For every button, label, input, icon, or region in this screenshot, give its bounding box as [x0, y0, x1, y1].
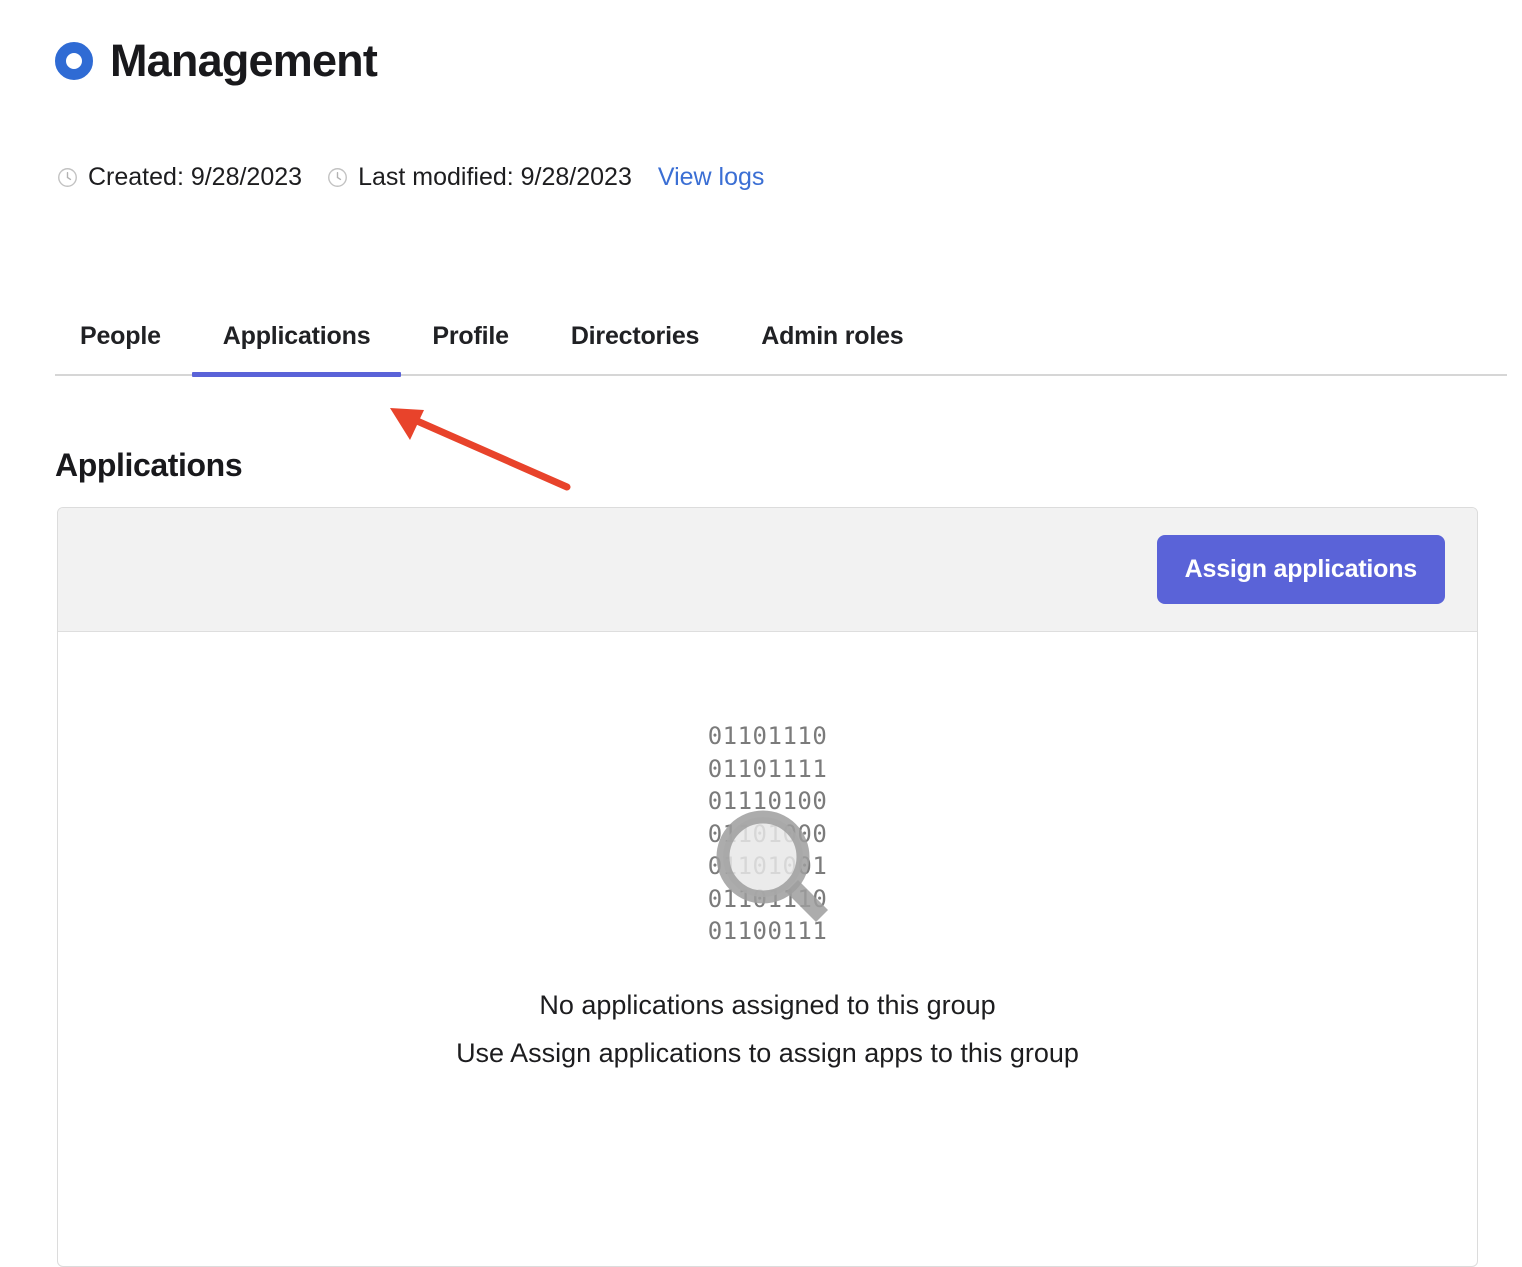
tab-admin-roles[interactable]: Admin roles	[730, 322, 934, 374]
last-modified-label: Last modified: 9/28/2023	[358, 163, 632, 191]
empty-state-subtitle: Use Assign applications to assign apps t…	[456, 1037, 1079, 1068]
view-logs-link[interactable]: View logs	[658, 163, 765, 192]
panel-toolbar: Assign applications	[58, 508, 1477, 632]
created-label: Created: 9/28/2023	[88, 163, 303, 191]
tabs-container: People Applications Profile Directories …	[55, 322, 1507, 377]
tab-applications[interactable]: Applications	[191, 322, 402, 377]
group-ring-icon	[55, 41, 93, 80]
section-title: Applications	[55, 447, 243, 483]
empty-state-illustration: 01101110 01101111 01110100 01101000 0110…	[683, 720, 853, 948]
tab-directories[interactable]: Directories	[540, 322, 730, 374]
clock-icon	[328, 168, 348, 187]
tab-people[interactable]: People	[55, 322, 192, 374]
last-modified-meta: Last modified: 9/28/2023	[327, 163, 632, 192]
metadata-row: Created: 9/28/2023 Last modified: 9/28/2…	[57, 163, 764, 192]
clock-icon	[58, 168, 77, 187]
red-arrow-icon	[390, 408, 571, 491]
tab-list: People Applications Profile Directories …	[55, 322, 1507, 377]
assign-applications-button[interactable]: Assign applications	[1156, 535, 1445, 604]
tab-profile[interactable]: Profile	[401, 322, 539, 374]
binary-text: 01101110 01101111 01110100 01101000 0110…	[707, 722, 828, 945]
empty-state-title: No applications assigned to this group	[539, 989, 996, 1020]
empty-state: 01101110 01101111 01110100 01101000 0110…	[58, 632, 1477, 1069]
created-meta: Created: 9/28/2023	[57, 163, 302, 192]
page-header: Management	[55, 35, 378, 86]
applications-panel: Assign applications 01101110 01101111 01…	[57, 507, 1478, 1267]
page-title: Management	[110, 35, 378, 86]
